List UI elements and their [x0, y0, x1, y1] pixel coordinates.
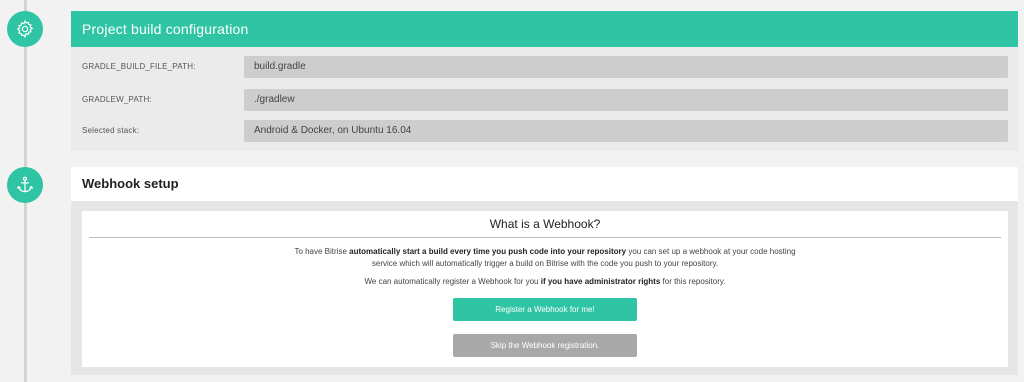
config-label: Selected stack: [82, 126, 140, 135]
webhook-info-box: What is a Webhook? To have Bitrise autom… [82, 211, 1008, 367]
step-gear-circle [7, 11, 43, 47]
webhook-note-bold: if you have administrator rights [540, 277, 661, 286]
config-row-selected-stack: Selected stack: Android & Docker, on Ubu… [71, 120, 1018, 142]
config-value-field[interactable]: ./gradlew [244, 89, 1008, 111]
webhook-title: Webhook setup [71, 167, 1018, 201]
webhook-box-title: What is a Webhook? [89, 211, 1001, 238]
anchor-icon [16, 176, 34, 193]
gear-icon [16, 19, 34, 39]
config-label: GRADLE_BUILD_FILE_PATH: [82, 62, 196, 71]
config-value-field[interactable]: build.gradle [244, 56, 1008, 78]
webhook-setup-card: Webhook setup What is a Webhook? To have… [71, 167, 1018, 375]
config-label: GRADLEW_PATH: [82, 95, 152, 104]
skip-webhook-button[interactable]: Skip the Webhook registration. [453, 334, 637, 357]
step-anchor-circle [7, 167, 43, 203]
config-row-gradlew-path: GRADLEW_PATH: ./gradlew [71, 89, 1018, 111]
config-value-field[interactable]: Android & Docker, on Ubuntu 16.04 [244, 120, 1008, 142]
config-row-gradle-build-file-path: GRADLE_BUILD_FILE_PATH: build.gradle [71, 56, 1018, 78]
webhook-desc-bold: automatically start a build every time y… [349, 247, 627, 256]
webhook-note-text-1: We can automatically register a Webhook … [364, 277, 541, 286]
project-build-configuration-card: Project build configuration GRADLE_BUILD… [71, 11, 1018, 151]
register-webhook-button[interactable]: Register a Webhook for me! [453, 298, 637, 321]
webhook-description: To have Bitrise automatically start a bu… [292, 246, 798, 270]
webhook-note-text-2: for this repository. [660, 277, 726, 286]
webhook-desc-text-1: To have Bitrise [294, 247, 350, 256]
webhook-admin-note: We can automatically register a Webhook … [82, 276, 1008, 288]
config-title: Project build configuration [71, 11, 1018, 47]
